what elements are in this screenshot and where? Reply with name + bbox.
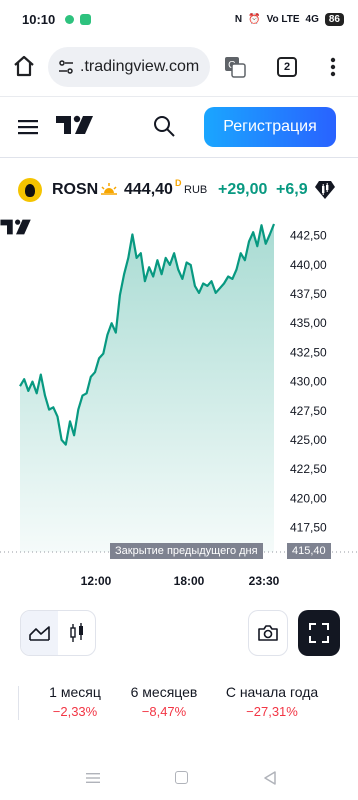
alert-icon: [315, 181, 335, 199]
candlestick-icon: [69, 623, 83, 642]
tradingview-logo[interactable]: [56, 114, 94, 136]
fullscreen-button[interactable]: [298, 610, 340, 656]
symbol-header: ROSN 444,40 D RUB +29,00 +6,9: [0, 170, 358, 210]
performance-1m[interactable]: 1 месяц −2,33%: [46, 684, 104, 719]
price-change-absolute: +29,00: [218, 181, 268, 198]
price-axis: 442,50 440,00 437,50 435,00 432,50 430,00 427,…: [290, 229, 327, 535]
register-button[interactable]: Регистрация: [204, 107, 336, 147]
nfc-icon: N: [234, 13, 243, 25]
battery-indicator: 86: [324, 12, 344, 26]
address-bar[interactable]: .tradingview.com: [48, 47, 210, 87]
back-icon[interactable]: [263, 771, 277, 785]
app-notification-icon: [80, 13, 92, 25]
price-tick-label: 425,00: [290, 433, 327, 447]
performance-6m[interactable]: 6 месяцев −8,47%: [126, 684, 202, 719]
last-price: 444,40: [124, 181, 173, 198]
menu-icon[interactable]: [18, 119, 38, 135]
price-tick-label: 427,50: [290, 404, 327, 418]
time-tick-label: 23:30: [249, 574, 280, 588]
chart-toolbar: [0, 606, 358, 662]
area-chart-icon: [28, 626, 50, 641]
performance-strip: 1 месяц −2,33% 6 месяцев −8,47% С начала…: [0, 680, 358, 726]
browser-toolbar: .tradingview.com G 2: [0, 44, 358, 90]
snapshot-button[interactable]: [248, 610, 288, 656]
previous-close-label: Закрытие предыдущего дня: [110, 543, 263, 559]
price-tick-label: 430,00: [290, 375, 327, 389]
fullscreen-icon: [309, 623, 329, 643]
symbol-name[interactable]: ROSN: [52, 181, 98, 199]
price-tick-label: 442,50: [290, 229, 327, 243]
price-change-percent: +6,9: [276, 181, 308, 198]
divider: [18, 686, 19, 720]
price-tick-label: 435,00: [290, 316, 327, 330]
performance-label: С начала года: [225, 684, 319, 700]
price-chart[interactable]: 442,50 440,00 437,50 435,00 432,50 430,00 427,…: [0, 218, 358, 588]
price-tick-label: 422,50: [290, 462, 327, 476]
time-tick-label: 12:00: [81, 574, 112, 588]
signal-label: 4G: [305, 13, 319, 25]
network-label: Vo LTE: [266, 13, 300, 25]
home-icon[interactable]: [12, 54, 36, 78]
price-delay-flag: D: [175, 178, 182, 188]
chart-canvas[interactable]: 442,50 440,00 437,50 435,00 432,50 430,00 427,…: [0, 218, 358, 588]
performance-label: 6 месяцев: [130, 684, 198, 700]
rosneft-logo: [18, 178, 42, 202]
performance-label: 1 месяц: [49, 684, 101, 700]
system-nav-bar: [0, 760, 358, 796]
alarm-icon: ⏰: [248, 13, 261, 25]
time-tick-label: 18:00: [174, 574, 205, 588]
status-time: 10:10: [22, 11, 56, 27]
chart-type-switch: [20, 610, 96, 656]
price-tick-label: 440,00: [290, 258, 327, 272]
camera-icon: [258, 625, 278, 641]
performance-value: −2,33%: [52, 704, 98, 719]
url-text: .tradingview.com: [80, 58, 200, 75]
price-tick-label: 437,50: [290, 287, 327, 301]
area-chart-button[interactable]: [21, 611, 58, 655]
price-currency: RUB: [184, 184, 208, 196]
tabs-button[interactable]: 2: [277, 57, 297, 77]
search-icon[interactable]: [152, 114, 176, 138]
add-alert-button[interactable]: [310, 176, 340, 204]
notification-icon: [65, 14, 75, 24]
candles-chart-button[interactable]: [58, 611, 95, 655]
market-session-icon: [101, 183, 117, 195]
tradingview-watermark-icon[interactable]: [0, 218, 32, 236]
more-menu-icon[interactable]: [330, 56, 336, 78]
translate-icon[interactable]: G: [224, 56, 246, 78]
price-tick-label: 420,00: [290, 491, 327, 505]
recent-apps-icon[interactable]: [86, 772, 100, 784]
site-header: Регистрация: [0, 96, 358, 158]
performance-value: −27,31%: [246, 704, 298, 719]
home-nav-icon[interactable]: [175, 771, 188, 784]
performance-value: −8,47%: [141, 704, 187, 719]
price-tick-label: 432,50: [290, 345, 327, 359]
time-axis: 12:00 18:00 23:30: [81, 574, 280, 588]
price-tick-label: 417,50: [290, 520, 327, 534]
performance-ytd[interactable]: С начала года −27,31%: [222, 684, 322, 719]
previous-close-value: 415,40: [287, 543, 331, 559]
status-bar: 10:10 N ⏰ Vo LTE 4G 86: [0, 0, 358, 38]
site-settings-icon[interactable]: [58, 59, 74, 75]
